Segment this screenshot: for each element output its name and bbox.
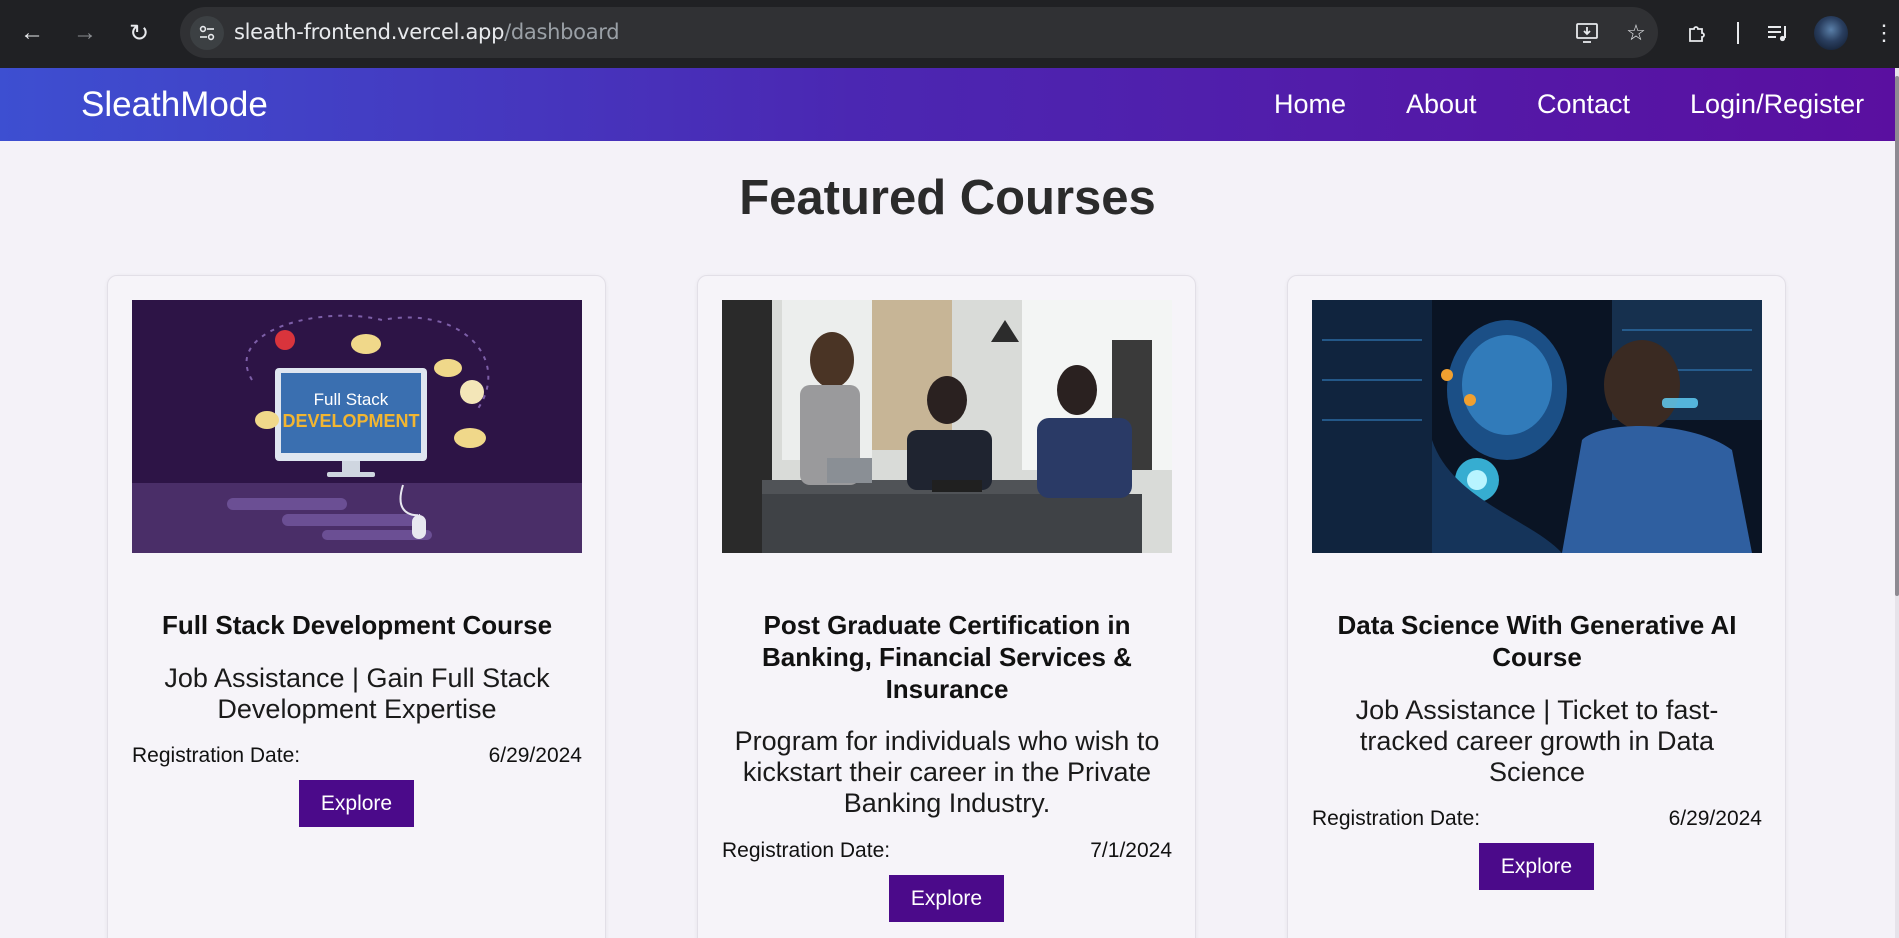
toolbar-divider — [1737, 22, 1739, 44]
course-description: Job Assistance | Ticket to fast-tracked … — [1355, 695, 1719, 787]
page-scrollbar[interactable] — [1895, 68, 1899, 938]
course-image-data-science — [1312, 300, 1762, 553]
bookmark-star-icon[interactable]: ☆ — [1621, 18, 1651, 48]
course-card: Post Graduate Certification in Banking, … — [697, 275, 1196, 938]
site-settings-icon[interactable] — [190, 16, 224, 50]
url-path: /dashboard — [504, 20, 620, 44]
url-host: sleath-frontend.vercel.app — [234, 20, 505, 44]
reload-icon[interactable]: ↻ — [120, 14, 158, 52]
forward-arrow-icon[interactable]: → — [66, 14, 104, 52]
registration-date: 6/29/2024 — [1668, 807, 1762, 830]
site-navbar: SleathMode Home About Contact Login/Regi… — [0, 68, 1895, 141]
course-description: Program for individuals who wish to kick… — [734, 726, 1160, 818]
nav-contact[interactable]: Contact — [1537, 68, 1630, 141]
registration-row: Registration Date: 6/29/2024 — [1312, 807, 1762, 831]
explore-button[interactable]: Explore — [299, 780, 414, 827]
course-card: Data Science With Generative AI Course J… — [1287, 275, 1786, 938]
registration-label: Registration Date: — [722, 839, 891, 862]
registration-date: 6/29/2024 — [488, 744, 582, 767]
course-title: Full Stack Development Course — [161, 610, 553, 640]
back-arrow-icon[interactable]: ← — [13, 14, 51, 52]
registration-label: Registration Date: — [132, 744, 301, 767]
menu-kebab-icon[interactable]: ⋮ — [1872, 16, 1896, 50]
course-image-banking — [722, 300, 1172, 553]
course-title: Post Graduate Certification in Banking, … — [762, 610, 1132, 704]
course-title: Data Science With Generative AI Course — [1337, 610, 1737, 672]
brand-logo[interactable]: SleathMode — [81, 68, 268, 141]
course-description: Job Assistance | Gain Full Stack Develop… — [164, 663, 550, 724]
page-title: Featured Courses — [739, 171, 1156, 225]
nav-home[interactable]: Home — [1274, 68, 1346, 141]
registration-row: Registration Date: 7/1/2024 — [722, 839, 1172, 863]
address-bar[interactable]: sleath-frontend.vercel.app/dashboard ☆ — [180, 7, 1658, 58]
extensions-icon[interactable] — [1681, 16, 1715, 50]
explore-button[interactable]: Explore — [1479, 843, 1594, 890]
url-text[interactable]: sleath-frontend.vercel.app/dashboard — [234, 7, 620, 58]
explore-button[interactable]: Explore — [889, 875, 1004, 922]
nav-login-register[interactable]: Login/Register — [1690, 68, 1864, 141]
media-controls-icon[interactable] — [1761, 16, 1795, 50]
browser-toolbar: ← → ↻ sleath-frontend.vercel.app/dashboa… — [0, 0, 1899, 68]
course-image-full-stack: Full Stack DEVELOPMENT — [132, 300, 582, 553]
registration-date: 7/1/2024 — [1090, 839, 1172, 862]
install-app-icon[interactable] — [1572, 18, 1602, 48]
registration-row: Registration Date: 6/29/2024 — [132, 744, 582, 768]
course-card: Full Stack DEVELOPMENT Full Stack Develo… — [107, 275, 606, 938]
nav-about[interactable]: About — [1406, 68, 1477, 141]
image-label-line1: Full Stack — [314, 390, 389, 409]
registration-label: Registration Date: — [1312, 807, 1481, 830]
scrollbar-thumb[interactable] — [1895, 76, 1899, 596]
profile-avatar[interactable] — [1814, 16, 1848, 50]
image-label-line2: DEVELOPMENT — [282, 411, 419, 431]
